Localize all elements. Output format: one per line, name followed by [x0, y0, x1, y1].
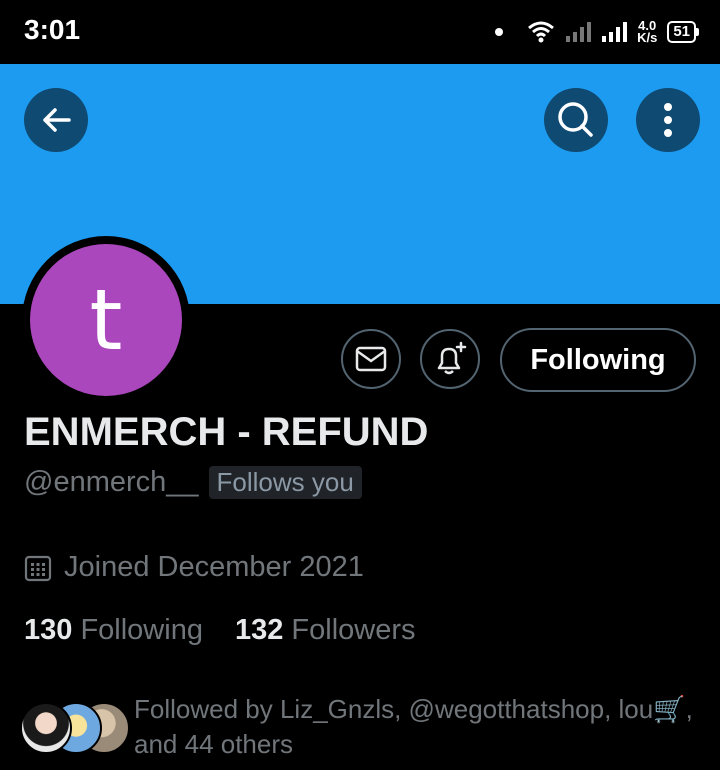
handle-row: @enmerch__ Follows you	[24, 466, 362, 499]
signal-icon-sim2	[602, 22, 628, 42]
avatar	[20, 702, 72, 754]
wifi-icon	[528, 21, 555, 43]
follows-you-badge: Follows you	[208, 466, 362, 499]
followed-by-line-2: and 44 others	[134, 729, 294, 759]
network-speed: 4.0 K/s	[637, 18, 658, 45]
followers-count-link[interactable]: 132 Followers	[235, 614, 416, 647]
notification-dot-icon	[495, 28, 504, 36]
avatar[interactable]: t	[30, 244, 182, 396]
followers-count: 132	[234, 614, 284, 646]
back-arrow-icon	[43, 108, 71, 132]
notifications-button[interactable]	[420, 329, 480, 389]
status-time: 3:01	[24, 14, 81, 45]
following-count-link[interactable]: 130 Following	[24, 614, 203, 647]
status-bar: 3:01 4.0 K/s 51	[0, 0, 720, 64]
message-button[interactable]	[341, 329, 401, 389]
avatar-letter: t	[89, 271, 123, 369]
profile-name: ENMERCH - REFUND	[24, 410, 429, 454]
follow-stats: 130 Following 132 Followers	[24, 614, 416, 647]
following-count: 130	[24, 614, 73, 646]
signal-icon-sim1	[566, 22, 592, 42]
avatar-frame[interactable]: t	[22, 236, 190, 404]
followers-label: Followers	[291, 614, 416, 646]
battery-icon: 51	[667, 21, 699, 43]
followed-by-avatars	[20, 702, 130, 754]
joined-text: Joined December 2021	[64, 551, 364, 583]
joined-date-row: Joined December 2021	[24, 551, 364, 584]
bell-plus-icon	[437, 341, 467, 375]
search-icon	[558, 102, 593, 137]
envelope-icon	[355, 346, 387, 372]
status-icons: 4.0 K/s 51	[495, 14, 699, 50]
search-button[interactable]	[544, 88, 608, 152]
profile-handle: @enmerch__	[24, 466, 199, 498]
following-label: Following	[80, 614, 203, 646]
calendar-icon	[24, 555, 52, 581]
more-vertical-icon	[664, 103, 672, 137]
battery-level: 51	[673, 23, 690, 40]
back-button[interactable]	[24, 88, 88, 152]
followed-by-line-1: Followed by Liz_Gnzls, @wegotthatshop, l…	[134, 694, 693, 724]
following-button[interactable]: Following	[500, 328, 696, 392]
more-options-button[interactable]	[636, 88, 700, 152]
followed-by-text: Followed by Liz_Gnzls, @wegotthatshop, l…	[134, 692, 714, 762]
